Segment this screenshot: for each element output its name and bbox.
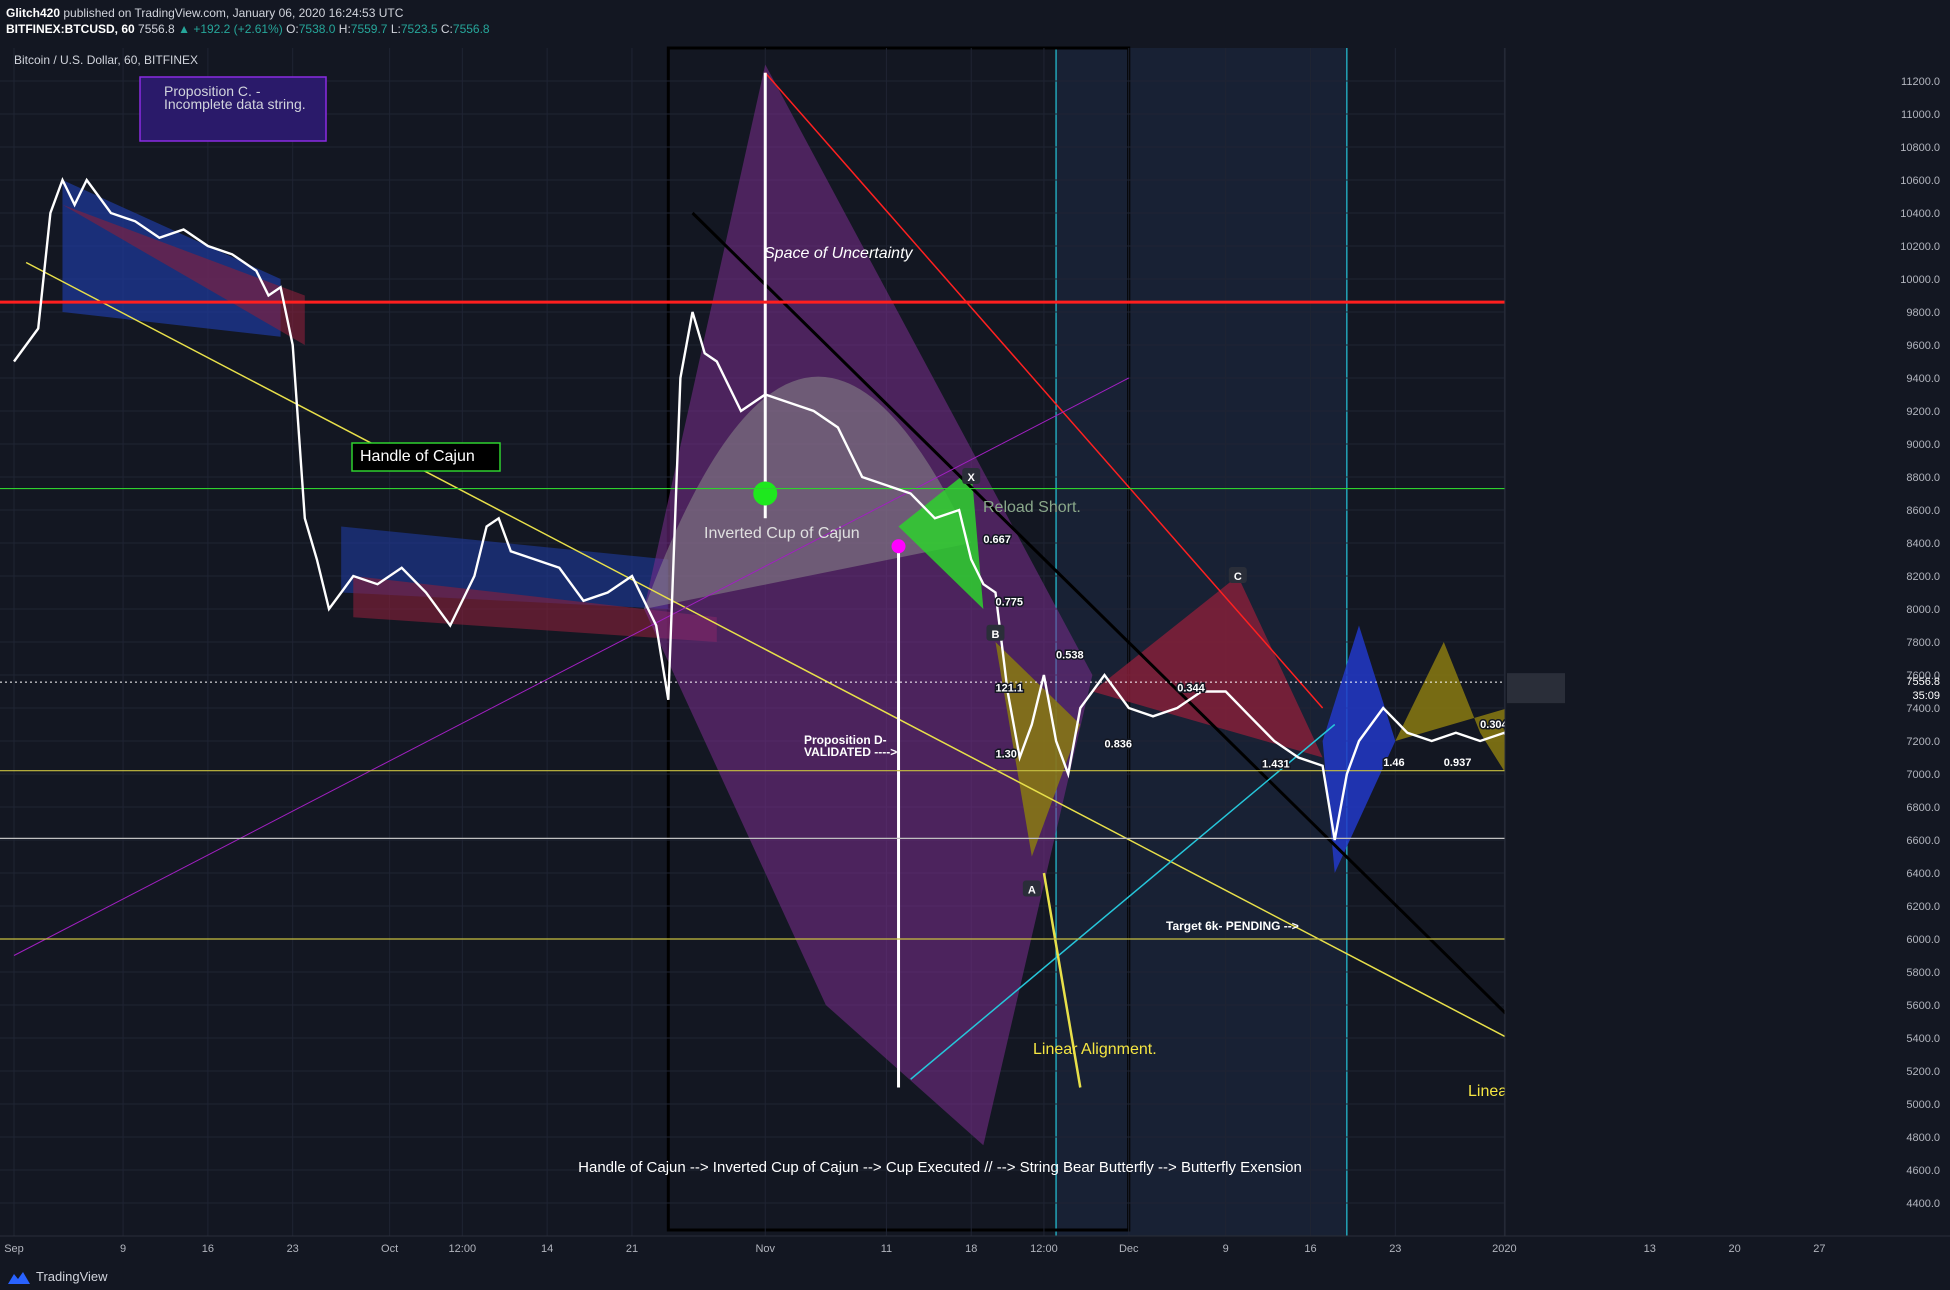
y-tick-label-34: 11200.0 [1901, 76, 1940, 88]
annotation-2: Handle of Cajun [360, 448, 475, 465]
tradingview-logo-icon [8, 1271, 30, 1284]
x-tick-label-17: 13 [1644, 1243, 1656, 1255]
current-price-label: 7556.8 [1906, 676, 1940, 688]
x-tick-label-3: 23 [287, 1243, 299, 1255]
fib-label-7: 0.937 [1444, 757, 1472, 769]
x-tick-label-10: 18 [965, 1243, 977, 1255]
x-tick-label-8: Nov [755, 1243, 775, 1255]
y-tick-label-1: 4600.0 [1906, 1165, 1940, 1177]
y-tick-label-18: 8000.0 [1906, 604, 1940, 616]
fib-label-8: 1.46 [1383, 757, 1404, 769]
x-tick-label-6: 14 [541, 1243, 553, 1255]
y-tick-label-30: 10400.0 [1900, 208, 1940, 220]
x-tick-label-9: 11 [881, 1243, 892, 1255]
y-tick-label-9: 6200.0 [1906, 901, 1940, 913]
pattern-label-2: B [991, 629, 999, 641]
annotation-8: Linear Alignment. [1033, 1041, 1157, 1058]
y-tick-label-32: 10800.0 [1900, 142, 1940, 154]
x-tick-label-5: 12:00 [449, 1243, 477, 1255]
y-tick-label-8: 6000.0 [1906, 934, 1940, 946]
time-axis[interactable]: Sep 9 16 23 Oct 12:00 14 21 Nov 11 18 12:00 Dec 9 16 23… [0, 1235, 1950, 1260]
price-axis-bg [1505, 48, 1950, 1236]
x-tick-label-16: 2020 [1492, 1243, 1516, 1255]
fib-label-6: 0.304 [1480, 719, 1508, 731]
annotation-5: Reload Short. [983, 499, 1081, 516]
y-tick-label-10: 6400.0 [1906, 868, 1940, 880]
y-tick-label-2: 4800.0 [1906, 1132, 1940, 1144]
y-tick-label-29: 10200.0 [1900, 241, 1940, 253]
fib-label-5: 1.431 [1262, 758, 1290, 770]
fib-label-0: 0.667 [983, 534, 1011, 546]
y-tick-label-14: 7200.0 [1906, 736, 1940, 748]
y-tick-label-13: 7000.0 [1906, 769, 1940, 781]
fib-label-2: 0.538 [1056, 650, 1084, 662]
x-tick-label-1: 9 [120, 1243, 126, 1255]
x-tick-label-0: Sep [4, 1243, 24, 1255]
y-tick-label-26: 9600.0 [1906, 340, 1940, 352]
y-tick-label-27: 9800.0 [1906, 307, 1940, 319]
x-tick-label-2: 16 [202, 1243, 214, 1255]
y-tick-label-4: 5200.0 [1906, 1066, 1940, 1078]
annotation-9: Target 6k- PENDING --> [1166, 919, 1299, 933]
logo-text: TradingView [36, 1269, 108, 1284]
x-tick-label-11: 12:00 [1030, 1243, 1058, 1255]
annotation-1: Incomplete data string. [164, 96, 306, 112]
annotation-3: Space of Uncertainty [764, 245, 914, 262]
pattern-label-1: A [1028, 885, 1036, 897]
y-tick-label-22: 8800.0 [1906, 472, 1940, 484]
annotation-13: Handle of Cajun --> Inverted Cup of Caju… [578, 1159, 1302, 1176]
y-tick-label-24: 9200.0 [1906, 406, 1940, 418]
fib-label-1: 0.775 [995, 597, 1023, 609]
annotation-4: Inverted Cup of Cajun [704, 525, 860, 542]
current-price-tag [1507, 673, 1565, 704]
y-tick-label-5: 5400.0 [1906, 1033, 1940, 1045]
price-chart[interactable]: XABCD0.6670.7750.5380.3440.8361.4310.304… [0, 0, 1950, 1290]
y-tick-label-31: 10600.0 [1900, 175, 1940, 187]
y-tick-label-0: 4400.0 [1906, 1198, 1940, 1210]
x-tick-label-7: 21 [626, 1243, 638, 1255]
countdown-label: 35:09 [1912, 690, 1940, 702]
magenta-dot [891, 539, 906, 554]
tradingview-logo[interactable]: TradingView [8, 1269, 108, 1284]
pattern-label-0: X [968, 472, 976, 484]
x-tick-label-15: 23 [1389, 1243, 1401, 1255]
y-tick-label-21: 8600.0 [1906, 505, 1940, 517]
annotation-7: VALIDATED ----> [804, 745, 897, 759]
y-tick-label-3: 5000.0 [1906, 1099, 1940, 1111]
x-tick-label-13: 9 [1223, 1243, 1229, 1255]
fib-label-3: 0.344 [1177, 683, 1205, 695]
x-tick-label-4: Oct [381, 1243, 398, 1255]
fib-label-10: 121.1 [995, 683, 1023, 695]
y-tick-label-25: 9400.0 [1906, 373, 1940, 385]
y-tick-label-17: 7800.0 [1906, 637, 1940, 649]
y-tick-label-28: 10000.0 [1900, 274, 1940, 286]
x-tick-label-14: 16 [1304, 1243, 1316, 1255]
y-tick-label-11: 6600.0 [1906, 835, 1940, 847]
y-tick-label-23: 9000.0 [1906, 439, 1940, 451]
y-tick-label-6: 5600.0 [1906, 1000, 1940, 1012]
pattern-label-3: C [1234, 571, 1242, 583]
fib-label-4: 0.836 [1105, 739, 1133, 751]
y-tick-label-7: 5800.0 [1906, 967, 1940, 979]
chart-footer: TradingView [0, 1260, 1950, 1290]
y-tick-label-12: 6800.0 [1906, 802, 1940, 814]
pane-title: Bitcoin / U.S. Dollar, 60, BITFINEX [14, 53, 198, 67]
y-tick-label-20: 8400.0 [1906, 538, 1940, 550]
price-axis[interactable]: 4400.0 4600.0 4800.0 5000.0 5200.0 5400.0 5600… [1504, 48, 1950, 1236]
x-tick-label-19: 27 [1813, 1243, 1825, 1255]
x-tick-label-12: Dec [1119, 1243, 1139, 1255]
fib-label-11: 1.30 [995, 749, 1016, 761]
green-dot [753, 481, 778, 506]
y-tick-label-15: 7400.0 [1906, 703, 1940, 715]
x-tick-label-18: 20 [1728, 1243, 1740, 1255]
y-tick-label-33: 11000.0 [1901, 109, 1940, 121]
y-tick-label-19: 8200.0 [1906, 571, 1940, 583]
